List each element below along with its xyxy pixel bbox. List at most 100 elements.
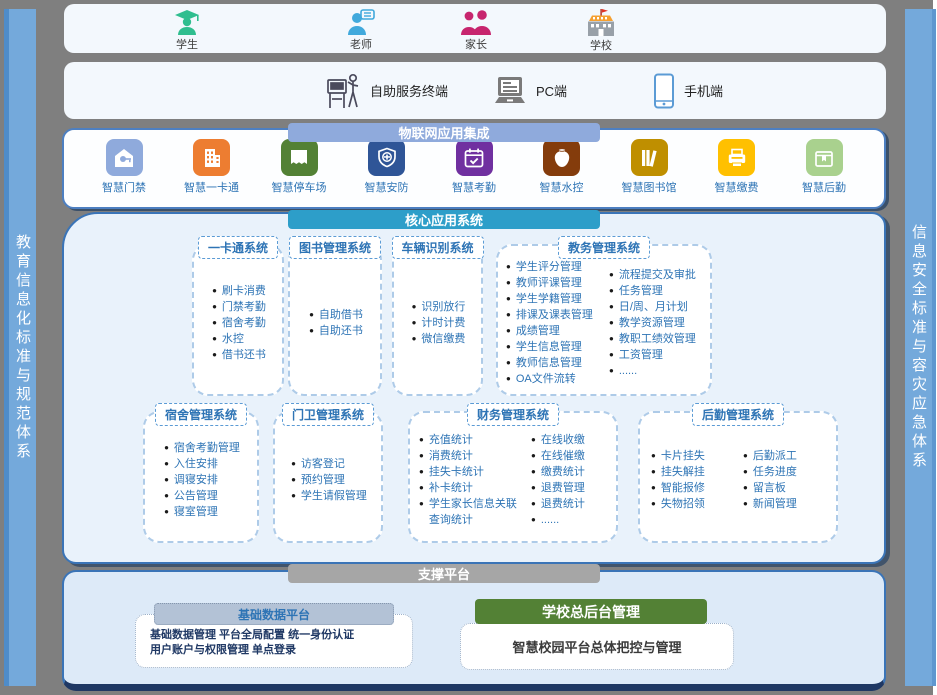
core-section-header: 核心应用系统: [288, 210, 600, 229]
door-access-icon: [106, 139, 143, 176]
system-item-list: ●后勤派工 ●任务进度 ●留言板 ●新闻管理: [741, 425, 829, 535]
user-label: 家长: [465, 36, 487, 52]
list-item: ●留言板: [741, 480, 829, 496]
list-item: ●工资管理: [607, 347, 706, 363]
list-item: ●卡片挂失: [649, 448, 741, 464]
user-teacher: 老师: [321, 9, 401, 52]
iot-item-parking: 智慧停车场: [263, 139, 335, 195]
list-item: ●学生评分管理: [504, 259, 607, 275]
system-title: 一卡通系统: [198, 236, 278, 259]
list-item: ●微信缴费: [410, 331, 468, 347]
list-item: ●挂失解挂: [649, 464, 741, 480]
system-title: 门卫管理系统: [282, 403, 374, 426]
system-item-list: ●在线收缴 ●在线催缴 ●缴费统计 ●退费管理 ●退费统计 ●......: [529, 425, 611, 535]
list-item: ●......: [529, 512, 611, 528]
list-item: ●寝室管理: [162, 504, 242, 520]
support-section-header: 支撑平台: [288, 564, 600, 583]
terminal-kiosk: 自助服务终端: [326, 62, 448, 119]
water-jar-icon: [543, 139, 580, 176]
iot-item-payment: 智慧缴费: [701, 139, 773, 195]
list-item: ●在线催缴: [529, 448, 611, 464]
iot-item-logistics: 智慧后勤: [788, 139, 860, 195]
list-item: ●入住安排: [162, 456, 242, 472]
list-item: ●后勤派工: [741, 448, 829, 464]
core-section: 一卡通系统 ●刷卡消费 ●门禁考勤 ●宿舍考勤 ●水控 ●借书还书 图书管理系统…: [62, 212, 886, 564]
list-item: ●消费统计: [417, 448, 529, 464]
system-item-list: ●自助借书 ●自助还书: [307, 258, 365, 388]
system-logistics: 后勤管理系统 ●卡片挂失 ●挂失解挂 ●智能报修 ●失物招领 ●后勤派工 ●任务…: [638, 411, 838, 543]
system-item-list: ●刷卡消费 ●门禁考勤 ●宿舍考勤 ●水控 ●借书还书: [210, 258, 268, 388]
school-admin-content-box: 智慧校园平台总体把控与管理: [460, 623, 734, 670]
list-item: ●流程提交及审批: [607, 267, 706, 283]
books-icon: [631, 139, 668, 176]
list-item: ●学生学籍管理: [504, 291, 607, 307]
list-item: ●刷卡消费: [210, 283, 268, 299]
list-item: ●新闻管理: [741, 496, 829, 512]
system-item-list: ●访客登记 ●预约管理 ●学生请假管理: [289, 425, 369, 535]
list-item: ●成绩管理: [504, 323, 607, 339]
list-item: ●......: [607, 363, 706, 379]
iot-item-water: 智慧水控: [526, 139, 598, 195]
base-data-platform: 基础数据平台 基础数据管理 平台全局配置 统一身份认证 用户账户与权限管理 单点…: [135, 614, 413, 668]
parking-ticket-icon: [281, 139, 318, 176]
user-label: 老师: [350, 36, 372, 52]
system-onecard: 一卡通系统 ●刷卡消费 ●门禁考勤 ●宿舍考勤 ●水控 ●借书还书: [192, 244, 284, 396]
list-item: ●挂失卡统计: [417, 464, 529, 480]
list-item: ●学生家长信息关联查询统计: [417, 496, 529, 528]
user-label: 学生: [176, 36, 198, 52]
list-item: ●宿舍考勤管理: [162, 440, 242, 456]
smart-campus-architecture-diagram: 教育信息化标准与规范体系 信息安全标准与容灾应急体系 学生: [0, 0, 937, 695]
system-item-list: ●学生评分管理 ●教师评课管理 ●学生学籍管理 ●排课及课表管理 ●成绩管理 ●…: [504, 258, 607, 388]
right-sidebar-label: 信息安全标准与容灾应急体系: [911, 224, 926, 471]
list-item: ●教职工绩效管理: [607, 331, 706, 347]
list-item: ●缴费统计: [529, 464, 611, 480]
list-item: ●自助还书: [307, 323, 365, 339]
user-student: 学生: [147, 9, 227, 52]
system-gate: 门卫管理系统 ●访客登记 ●预约管理 ●学生请假管理: [273, 411, 383, 543]
supply-box-icon: [806, 139, 843, 176]
user-school: 学校: [561, 9, 641, 53]
teacher-icon: [346, 9, 376, 35]
school-admin-title: 学校总后台管理: [475, 599, 707, 624]
terminals-row: 自助服务终端 PC端: [64, 62, 886, 119]
system-academic: 教务管理系统 ●学生评分管理 ●教师评课管理 ●学生学籍管理 ●排课及课表管理 …: [496, 244, 712, 396]
terminal-label: PC端: [536, 81, 567, 100]
list-item: ●教师评课管理: [504, 275, 607, 291]
right-standard-sidebar: 信息安全标准与容灾应急体系: [905, 9, 936, 686]
list-item: ●水控: [210, 331, 268, 347]
student-icon: [173, 9, 201, 35]
base-data-platform-title: 基础数据平台: [154, 603, 394, 625]
system-title: 宿舍管理系统: [155, 403, 247, 426]
list-item: ●自助借书: [307, 307, 365, 323]
system-item-list: ●卡片挂失 ●挂失解挂 ●智能报修 ●失物招领: [649, 425, 741, 535]
list-item: ●补卡统计: [417, 480, 529, 496]
list-item: ●宿舍考勤: [210, 315, 268, 331]
school-icon: [584, 9, 618, 36]
iot-item-library: 智慧图书馆: [613, 139, 685, 195]
base-data-platform-content: 基础数据管理 平台全局配置 统一身份认证 用户账户与权限管理 单点登录: [150, 628, 354, 658]
left-standard-sidebar: 教育信息化标准与规范体系: [4, 9, 36, 686]
iot-item-attendance: 智慧考勤: [438, 139, 510, 195]
list-item: ●教学资源管理: [607, 315, 706, 331]
users-row: 学生 老师: [64, 4, 886, 53]
building-icon: [193, 139, 230, 176]
list-item: ●借书还书: [210, 347, 268, 363]
user-parents: 家长: [436, 9, 516, 52]
pos-printer-icon: [718, 139, 755, 176]
list-item: ●学生请假管理: [289, 488, 369, 504]
iot-section-header: 物联网应用集成: [288, 123, 600, 142]
support-section: 基础数据平台 基础数据管理 平台全局配置 统一身份认证 用户账户与权限管理 单点…: [62, 570, 886, 691]
system-finance: 财务管理系统 ●充值统计 ●消费统计 ●挂失卡统计 ●补卡统计 ●学生家长信息关…: [408, 411, 618, 543]
terminal-phone: 手机端: [652, 62, 723, 119]
system-title: 图书管理系统: [289, 236, 381, 259]
system-title: 财务管理系统: [467, 403, 559, 426]
system-vehicle: 车辆识别系统 ●识别放行 ●计时计费 ●微信缴费: [392, 244, 483, 396]
school-admin-content: 智慧校园平台总体把控与管理: [512, 637, 681, 656]
user-label: 学校: [590, 37, 612, 53]
system-item-list: ●识别放行 ●计时计费 ●微信缴费: [410, 258, 468, 388]
list-item: ●在线收缴: [529, 432, 611, 448]
list-item: ●任务管理: [607, 283, 706, 299]
calendar-check-icon: [456, 139, 493, 176]
list-item: ●访客登记: [289, 456, 369, 472]
system-title: 后勤管理系统: [692, 403, 784, 426]
